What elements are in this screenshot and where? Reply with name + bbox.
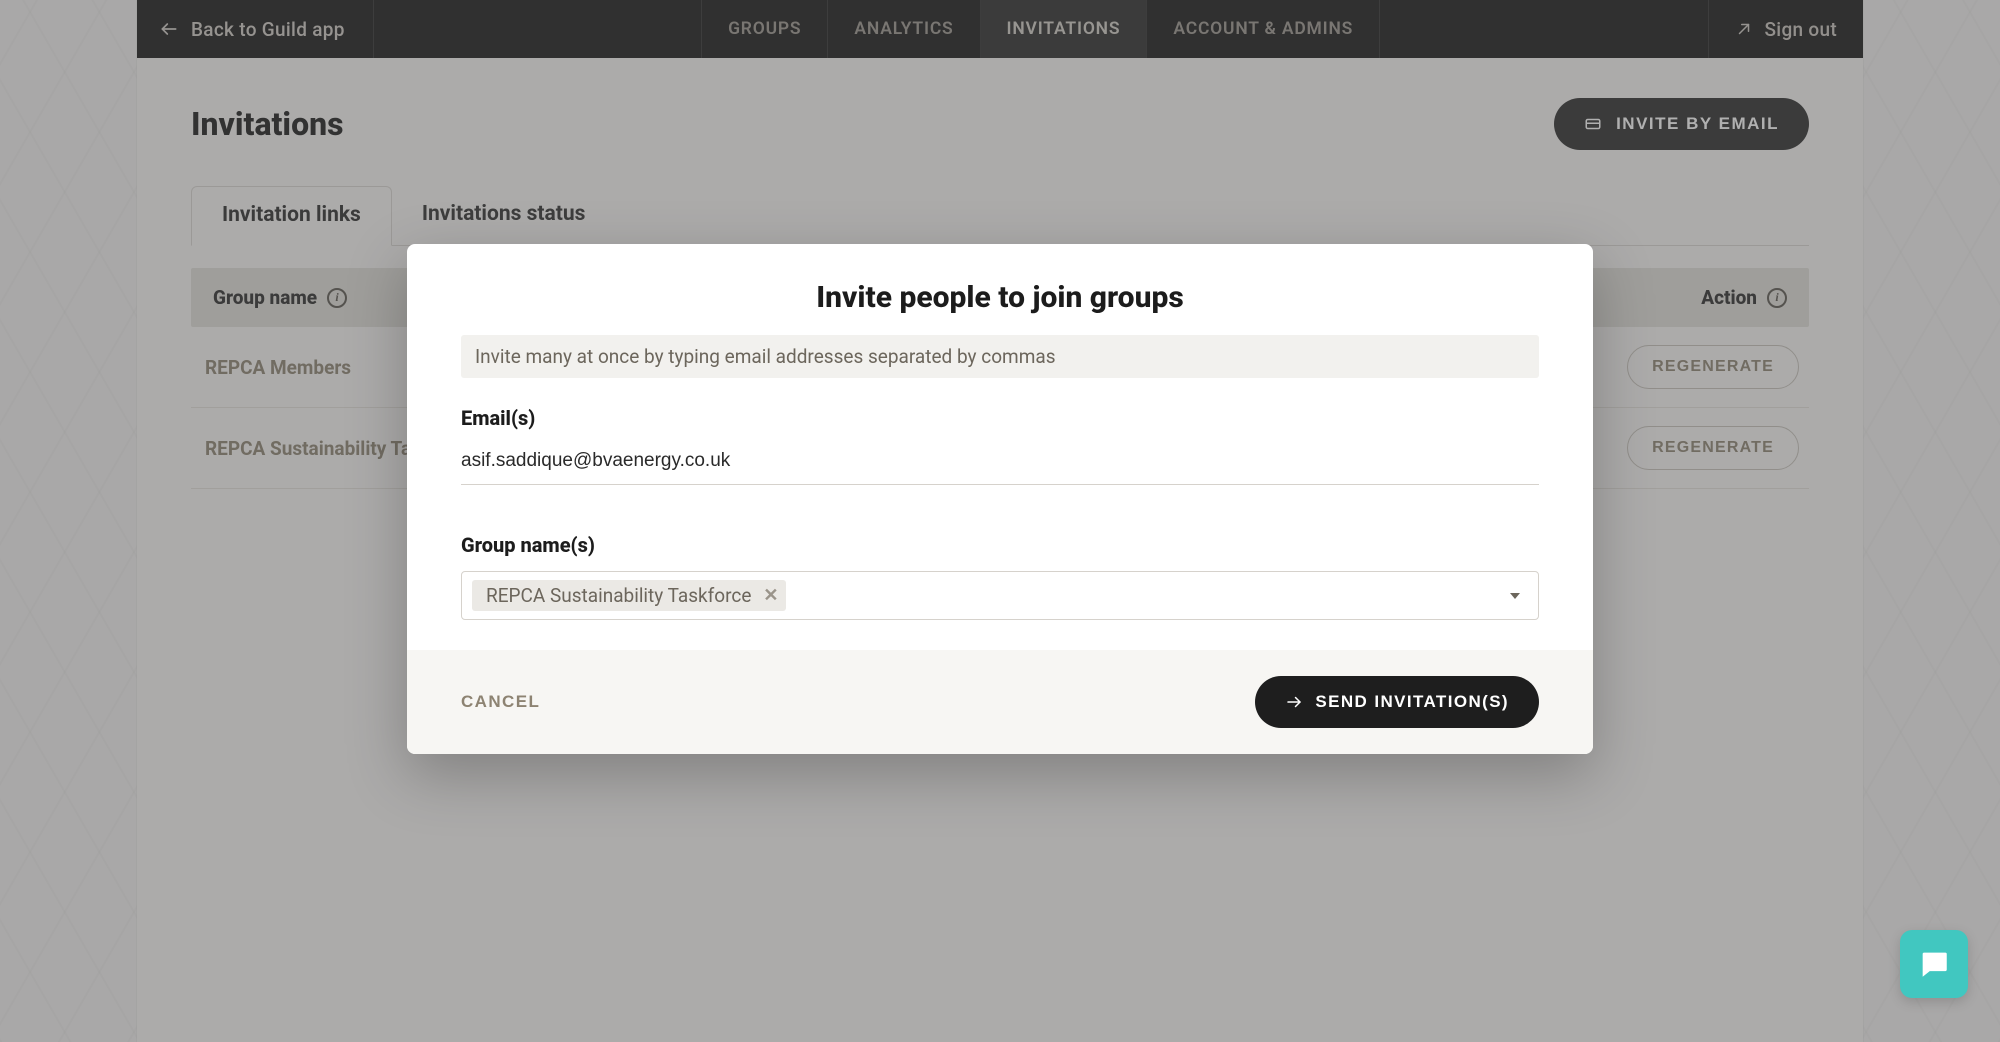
invite-modal: Invite people to join groups Invite many… [407,244,1593,754]
send-button-label: Send invitation(s) [1315,692,1509,712]
modal-footer: Cancel Send invitation(s) [407,650,1593,754]
chat-icon [1917,947,1951,981]
chevron-down-icon [1510,593,1520,599]
selected-group-label: REPCA Sustainability Taskforce [486,584,751,607]
cancel-button[interactable]: Cancel [461,692,540,712]
emails-input[interactable] [461,444,1539,485]
remove-chip-icon[interactable]: ✕ [763,585,778,606]
emails-label: Email(s) [461,406,1539,430]
send-invitations-button[interactable]: Send invitation(s) [1255,676,1539,728]
modal-hint: Invite many at once by typing email addr… [461,335,1539,378]
groups-label: Group name(s) [461,533,1539,557]
modal-overlay[interactable]: Invite people to join groups Invite many… [0,0,2000,1042]
modal-title: Invite people to join groups [461,280,1539,315]
arrow-right-icon [1285,693,1303,711]
selected-group-chip: REPCA Sustainability Taskforce ✕ [472,580,786,611]
groups-multiselect[interactable]: REPCA Sustainability Taskforce ✕ [461,571,1539,620]
chat-widget-button[interactable] [1900,930,1968,998]
